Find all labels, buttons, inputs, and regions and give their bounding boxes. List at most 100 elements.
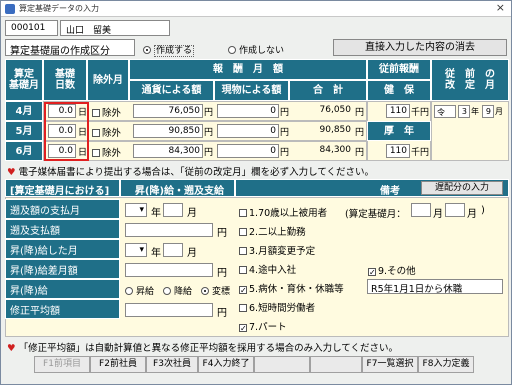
header-total: 合 計 bbox=[289, 80, 367, 101]
era-select[interactable]: 令 bbox=[434, 105, 456, 118]
row-month: 4月 bbox=[5, 101, 43, 121]
radio-up[interactable]: 昇給 bbox=[125, 284, 154, 297]
radio-create-label: 作成する bbox=[154, 45, 195, 57]
rev-year-input[interactable]: 3 bbox=[458, 105, 470, 118]
santei-month2-input[interactable] bbox=[445, 203, 465, 217]
biko-label: 備考 bbox=[380, 186, 400, 197]
check-item-label: 3.月額変更予定 bbox=[249, 246, 316, 257]
raise-diff-unit: 円 bbox=[217, 268, 227, 279]
row-goods-input[interactable]: 0 bbox=[217, 144, 279, 158]
check-item[interactable]: 2.二以上勤務 bbox=[239, 224, 306, 238]
santei-close: ) bbox=[481, 205, 485, 216]
exclude-label: 除外 bbox=[102, 128, 122, 139]
radio-create[interactable]: 作成する bbox=[143, 43, 195, 57]
check-item-label: 1.70歳以上被用者 bbox=[249, 208, 328, 219]
radio-on-icon bbox=[201, 287, 209, 295]
checkbox-icon bbox=[92, 149, 100, 157]
checkbox-icon bbox=[239, 209, 247, 217]
radio-nocreate-label: 作成しない bbox=[239, 46, 285, 56]
lower-label: 修正平均額 bbox=[5, 299, 120, 319]
check-item[interactable]: ✓ 5.病休・育休・休職等 bbox=[239, 281, 344, 295]
checkbox-icon bbox=[239, 304, 247, 312]
function-key-bar: F1前項目 F2前社員 F3次社員 F4入力終了 F7一覧選択 F8入力定義 bbox=[34, 356, 474, 373]
radio-off-icon bbox=[228, 46, 236, 54]
note-ereport-text: 電子媒体届書により提出する場合は、「従前の改定月」欄を必ず入力してください。 bbox=[18, 167, 375, 178]
row-cash-unit: 円 bbox=[204, 148, 214, 158]
check-item-label: 4.途中入社 bbox=[249, 265, 297, 276]
row-month: 6月 bbox=[5, 141, 43, 161]
fkey-button[interactable] bbox=[254, 356, 310, 373]
close-icon[interactable]: × bbox=[496, 1, 505, 14]
santei-month1-unit: 月 bbox=[433, 209, 443, 220]
fkey-button[interactable] bbox=[310, 356, 362, 373]
radio-off-icon bbox=[163, 287, 171, 295]
check-item[interactable]: 6.短時間労働者 bbox=[239, 300, 315, 314]
santei-label: (算定基礎月： bbox=[345, 209, 406, 220]
rev-month-unit: 月 bbox=[495, 107, 503, 116]
fkey-button[interactable]: F2前社員 bbox=[90, 356, 146, 373]
row-goods-input[interactable]: 0 bbox=[217, 124, 279, 138]
radio-on-icon bbox=[143, 46, 151, 54]
checkbox-checked-icon: ✓ bbox=[368, 268, 376, 277]
remark-input[interactable]: R5年1月1日から休職 bbox=[367, 279, 503, 295]
sokyu-month-unit: 月 bbox=[187, 208, 197, 219]
row-goods-unit: 円 bbox=[280, 108, 290, 118]
raise-diff-input[interactable] bbox=[125, 263, 213, 277]
row-cash-input[interactable]: 76,050 bbox=[133, 104, 203, 118]
fkey-button[interactable]: F4入力終了 bbox=[198, 356, 254, 373]
row-goods-unit: 円 bbox=[280, 128, 290, 138]
kousei-input[interactable]: 110 bbox=[386, 144, 410, 158]
rev-year-unit: 年 bbox=[471, 107, 479, 116]
radio-down[interactable]: 降給 bbox=[163, 284, 192, 297]
radio-change[interactable]: 変標 bbox=[201, 284, 230, 297]
check-item[interactable]: ✓ 7.パート bbox=[239, 319, 287, 333]
sokyu-year-input[interactable]: ▾ bbox=[125, 203, 147, 217]
kousei-unit: 千円 bbox=[411, 148, 430, 158]
check-item[interactable]: 3.月額変更予定 bbox=[239, 243, 315, 257]
header-month-text: 算定 基礎月 bbox=[9, 69, 39, 91]
row-exclude-checkbox[interactable]: 除外 bbox=[92, 105, 121, 119]
header-days-text: 基礎 日数 bbox=[55, 69, 75, 91]
row-cash-input[interactable]: 90,850 bbox=[133, 124, 203, 138]
raise-month-unit: 月 bbox=[187, 248, 197, 259]
row-total: 76,050 bbox=[319, 105, 352, 115]
radio-nocreate[interactable]: 作成しない bbox=[228, 43, 284, 56]
row-total: 84,300 bbox=[319, 145, 352, 155]
santei-month2-unit: 月 bbox=[467, 209, 477, 220]
sokyu-amount-unit: 円 bbox=[217, 228, 227, 239]
fkey-button[interactable]: F7一覧選択 bbox=[362, 356, 418, 373]
lower-sec-title2: 昇(降)給・遡及支給 bbox=[120, 179, 235, 197]
note-correction-text: 「修正平均額」は自動計算値と異なる修正平均額を採用する場合のみ入力してください。 bbox=[18, 343, 398, 354]
row-goods-input[interactable]: 0 bbox=[217, 104, 279, 118]
check-item-label: 2.二以上勤務 bbox=[249, 227, 306, 238]
check-item[interactable]: 4.途中入社 bbox=[239, 262, 296, 276]
header-pay: 報 酬 月 額 bbox=[129, 59, 367, 80]
radio-off-icon bbox=[125, 287, 133, 295]
row-cash-input[interactable]: 84,300 bbox=[133, 144, 203, 158]
rev-month-input[interactable]: 9 bbox=[482, 105, 494, 118]
fkey-button[interactable]: F1前項目 bbox=[34, 356, 90, 373]
employee-id-field[interactable]: 000101 bbox=[5, 20, 58, 36]
raise-year-input[interactable]: ▾ bbox=[125, 243, 147, 257]
fkey-button[interactable]: F3次社員 bbox=[146, 356, 198, 373]
santei-month1-input[interactable] bbox=[411, 203, 431, 217]
kenpo-unit: 千円 bbox=[411, 108, 430, 118]
fkey-button[interactable]: F8入力定義 bbox=[418, 356, 474, 373]
raise-month-input[interactable] bbox=[163, 243, 183, 257]
row-exclude-checkbox[interactable]: 除外 bbox=[92, 125, 121, 139]
header-prev: 従前報酬 bbox=[367, 59, 431, 80]
corrected-avg-input[interactable] bbox=[125, 303, 213, 317]
sokyu-amount-input[interactable] bbox=[125, 223, 213, 237]
check-other[interactable]: ✓ 9.その他 bbox=[368, 263, 416, 277]
row-exclude-checkbox[interactable]: 除外 bbox=[92, 145, 121, 159]
lower-label: 遡及支払額 bbox=[5, 219, 120, 239]
app-icon bbox=[5, 4, 15, 14]
row-total-unit: 円 bbox=[355, 148, 365, 158]
row-total-unit: 円 bbox=[355, 108, 365, 118]
kenpo-input[interactable]: 110 bbox=[386, 104, 410, 118]
check-item[interactable]: 1.70歳以上被用者 bbox=[239, 205, 327, 219]
sokyu-month-input[interactable] bbox=[163, 203, 183, 217]
checkbox-icon bbox=[92, 109, 100, 117]
late-input-button[interactable]: 遅配分の入力 bbox=[421, 181, 503, 195]
clear-direct-input-button[interactable]: 直接入力した内容の消去 bbox=[333, 39, 507, 56]
